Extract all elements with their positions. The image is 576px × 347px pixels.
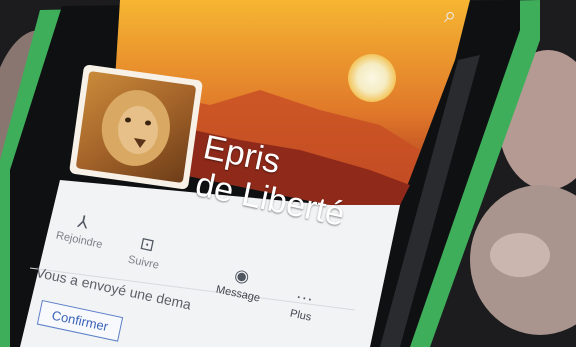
more-icon: ··· xyxy=(294,286,315,309)
photo-scene: ⌕ Epris de Liberté ⅄ Rejoindre ⊡ Suivre … xyxy=(0,0,576,347)
search-icon[interactable]: ⌕ xyxy=(444,2,456,28)
avatar[interactable] xyxy=(69,64,203,190)
thumbnail xyxy=(490,233,550,277)
sun xyxy=(348,54,396,102)
